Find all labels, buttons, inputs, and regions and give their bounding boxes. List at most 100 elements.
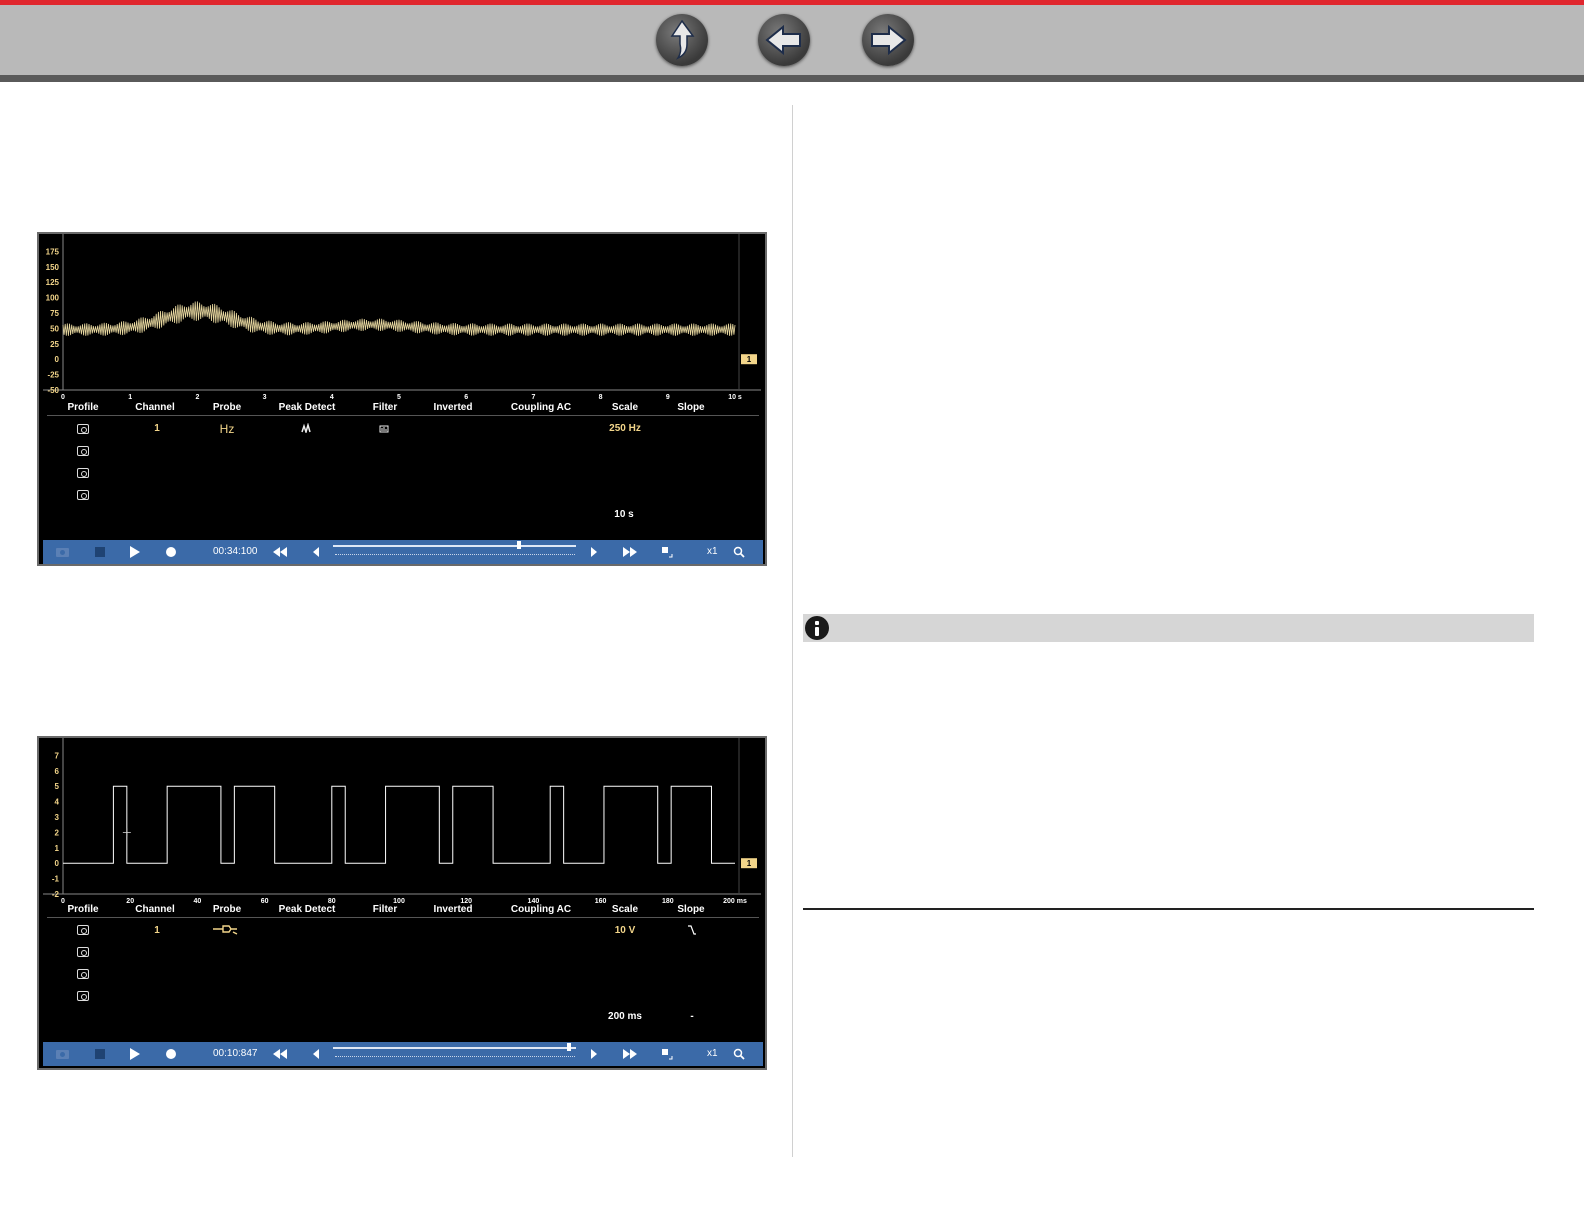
timebase-value: 200 ms xyxy=(608,1011,642,1022)
record-icon[interactable] xyxy=(165,546,177,558)
slider-ticks xyxy=(335,554,575,556)
eye-icon[interactable] xyxy=(77,925,89,935)
playback-slider[interactable] xyxy=(333,545,576,547)
y-tick-label: 2 xyxy=(55,828,60,837)
header-slope: Slope xyxy=(677,402,705,413)
y-tick-label: 125 xyxy=(46,278,60,287)
stop-icon[interactable] xyxy=(95,547,105,557)
scale-value: 10 V xyxy=(614,925,636,936)
info-icon xyxy=(805,616,829,640)
playback-toolbar: 00:34:100 x1 xyxy=(43,540,763,564)
header-peak-detect: Peak Detect xyxy=(278,402,336,413)
slope-falling-icon xyxy=(688,925,696,935)
x-tick-label: 9 xyxy=(666,394,670,401)
eye-icon[interactable] xyxy=(77,490,89,500)
y-tick-label: 1 xyxy=(55,844,60,853)
y-tick-label: 50 xyxy=(50,324,59,333)
eye-icon[interactable] xyxy=(77,424,89,434)
step-back-icon[interactable] xyxy=(313,547,319,557)
back-arrow-icon xyxy=(765,24,801,56)
header-profile: Profile xyxy=(67,402,99,413)
x-tick-label: 7 xyxy=(531,394,535,401)
fast-forward-icon[interactable] xyxy=(623,1049,637,1059)
channel-value: 1 xyxy=(154,423,160,434)
record-icon[interactable] xyxy=(165,1048,177,1060)
time-readout: 00:10:847 xyxy=(213,1048,258,1059)
eye-icon[interactable] xyxy=(77,991,89,1001)
x-tick-label: 1 xyxy=(128,394,132,401)
y-tick-label: -25 xyxy=(47,371,59,380)
header-divider xyxy=(47,917,759,918)
playback-slider-knob[interactable] xyxy=(567,1043,571,1051)
note-bar xyxy=(803,614,1534,642)
search-icon[interactable] xyxy=(733,546,745,558)
filter-icon xyxy=(379,425,389,433)
header-inverted: Inverted xyxy=(433,402,473,413)
eye-icon[interactable] xyxy=(77,969,89,979)
y-tick-label: 75 xyxy=(50,309,59,318)
stop-icon[interactable] xyxy=(95,1049,105,1059)
zoom-level: x1 xyxy=(707,546,718,557)
y-tick-label: -1 xyxy=(52,875,60,884)
y-tick-label: 100 xyxy=(46,294,60,303)
waveform-graph-voltage: 76543210-1-20 20 40 60 80 100 120 140 160 180 200 … xyxy=(43,738,761,905)
playback-slider[interactable] xyxy=(333,1047,576,1049)
zoom-fit-icon[interactable] xyxy=(661,1048,673,1060)
slider-ticks xyxy=(335,1056,575,1058)
x-tick-label: 20 xyxy=(126,898,134,905)
header-profile: Profile xyxy=(67,904,99,915)
header-scale: Scale xyxy=(611,904,639,915)
x-tick-label: 3 xyxy=(263,394,267,401)
section-rule xyxy=(803,908,1534,910)
probe-lead-icon xyxy=(213,925,238,935)
scope-screenshot-frequency: 175 150 125 100 75 50 25 0 -25 -50 0 1 2 3 4 5 6 7 8 9 10 s1… xyxy=(37,232,767,566)
probe-value: Hz xyxy=(219,422,235,436)
eye-icon[interactable] xyxy=(77,947,89,957)
x-tick-label: 40 xyxy=(194,898,202,905)
back-button[interactable] xyxy=(758,14,810,66)
search-icon[interactable] xyxy=(733,1048,745,1060)
x-tick-label: 200 ms xyxy=(723,898,747,905)
up-button[interactable] xyxy=(656,14,708,66)
rewind-icon[interactable] xyxy=(273,547,287,557)
slope-value: - xyxy=(690,1011,694,1022)
header-channel: Channel xyxy=(135,904,175,915)
header-slope: Slope xyxy=(677,904,705,915)
play-icon[interactable] xyxy=(129,546,141,558)
step-forward-icon[interactable] xyxy=(591,1049,597,1059)
header-probe: Probe xyxy=(212,904,242,915)
x-tick-label: 2 xyxy=(195,394,199,401)
eye-icon[interactable] xyxy=(77,446,89,456)
y-tick-label: 4 xyxy=(55,798,60,807)
x-tick-label: 8 xyxy=(599,394,603,401)
cursor-crosshair xyxy=(122,828,131,837)
header-filter: Filter xyxy=(372,402,398,413)
x-tick-label: 5 xyxy=(397,394,401,401)
playback-slider-knob[interactable] xyxy=(517,541,521,549)
x-tick-label: 4 xyxy=(330,394,334,401)
forward-button[interactable] xyxy=(862,14,914,66)
step-forward-icon[interactable] xyxy=(591,547,597,557)
y-tick-label: 0 xyxy=(55,355,60,364)
zoom-fit-icon[interactable] xyxy=(661,546,673,558)
camera-icon[interactable] xyxy=(55,545,71,559)
step-back-icon[interactable] xyxy=(313,1049,319,1059)
y-tick-label: 150 xyxy=(46,263,60,272)
time-readout: 00:34:100 xyxy=(213,546,258,557)
play-icon[interactable] xyxy=(129,1048,141,1060)
rewind-icon[interactable] xyxy=(273,1049,287,1059)
y-tick-label: -50 xyxy=(47,386,59,395)
y-tick-label: 5 xyxy=(55,782,60,791)
waveform-graph-frequency: 1751501251007550250-25-500 1 2 3 4 5 6 7 8 9 10 s1 xyxy=(43,234,761,401)
camera-icon[interactable] xyxy=(55,1047,71,1061)
x-tick-label: 10 s xyxy=(728,394,742,401)
header-scale: Scale xyxy=(611,402,639,413)
top-nav-bar xyxy=(0,0,1584,82)
x-tick-label: 0 xyxy=(61,898,65,905)
y-tick-label: 6 xyxy=(55,767,60,776)
eye-icon[interactable] xyxy=(77,468,89,478)
x-tick-label: 6 xyxy=(464,394,468,401)
x-tick-label: 180 xyxy=(662,898,674,905)
up-arrow-icon xyxy=(670,19,695,60)
fast-forward-icon[interactable] xyxy=(623,547,637,557)
